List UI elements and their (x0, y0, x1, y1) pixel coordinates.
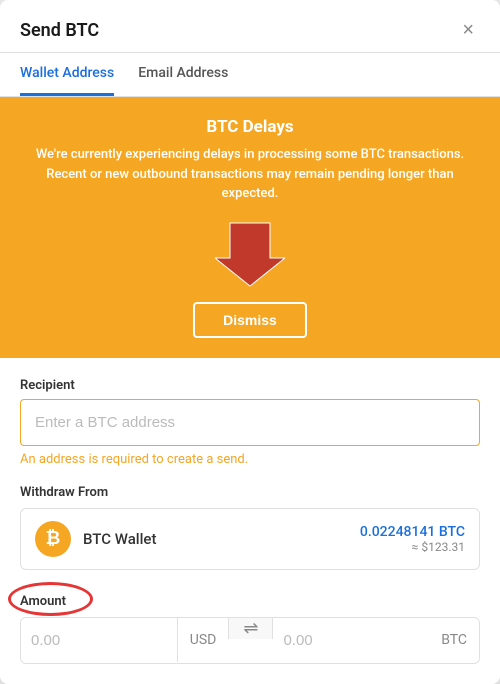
amount-usd-currency: USD (177, 618, 229, 662)
modal-body: Recipient An address is required to crea… (0, 358, 500, 684)
tab-bar: Wallet Address Email Address (0, 53, 500, 97)
withdraw-label: Withdraw From (20, 485, 480, 500)
amount-btc-currency: BTC (429, 618, 479, 662)
wallet-left: ₿ BTC Wallet (35, 521, 156, 557)
down-arrow-icon (215, 218, 285, 288)
recipient-error: An address is required to create a send. (20, 452, 480, 467)
alert-arrow (24, 218, 476, 288)
dismiss-button[interactable]: Dismiss (193, 302, 307, 338)
amount-btc-input[interactable] (273, 618, 429, 663)
tab-wallet-address[interactable]: Wallet Address (20, 53, 114, 96)
wallet-name: BTC Wallet (83, 530, 156, 548)
btc-icon: ₿ (35, 521, 71, 557)
amount-label-wrapper: Amount (20, 590, 66, 609)
amount-section: Amount USD ⇌ BTC (20, 590, 480, 664)
tab-email-address[interactable]: Email Address (138, 53, 228, 96)
wallet-right: 0.02248141 BTC ≈ $123.31 (360, 524, 465, 554)
amount-row: USD ⇌ BTC (20, 617, 480, 664)
swap-button[interactable]: ⇌ (228, 618, 273, 639)
modal-title: Send BTC (20, 20, 99, 41)
modal-header: Send BTC × (0, 0, 500, 53)
wallet-usd-amount: ≈ $123.31 (360, 540, 465, 554)
wallet-row[interactable]: ₿ BTC Wallet 0.02248141 BTC ≈ $123.31 (20, 508, 480, 570)
alert-banner: BTC Delays We're currently experiencing … (0, 97, 500, 358)
send-btc-modal: Send BTC × Wallet Address Email Address … (0, 0, 500, 684)
alert-text: We're currently experiencing delays in p… (24, 145, 476, 204)
alert-title: BTC Delays (24, 117, 476, 137)
amount-label: Amount (20, 594, 66, 609)
recipient-input[interactable] (20, 399, 480, 446)
close-button[interactable]: × (456, 18, 480, 42)
amount-usd-input[interactable] (21, 618, 177, 663)
recipient-label: Recipient (20, 378, 480, 393)
wallet-btc-amount: 0.02248141 BTC (360, 524, 465, 540)
